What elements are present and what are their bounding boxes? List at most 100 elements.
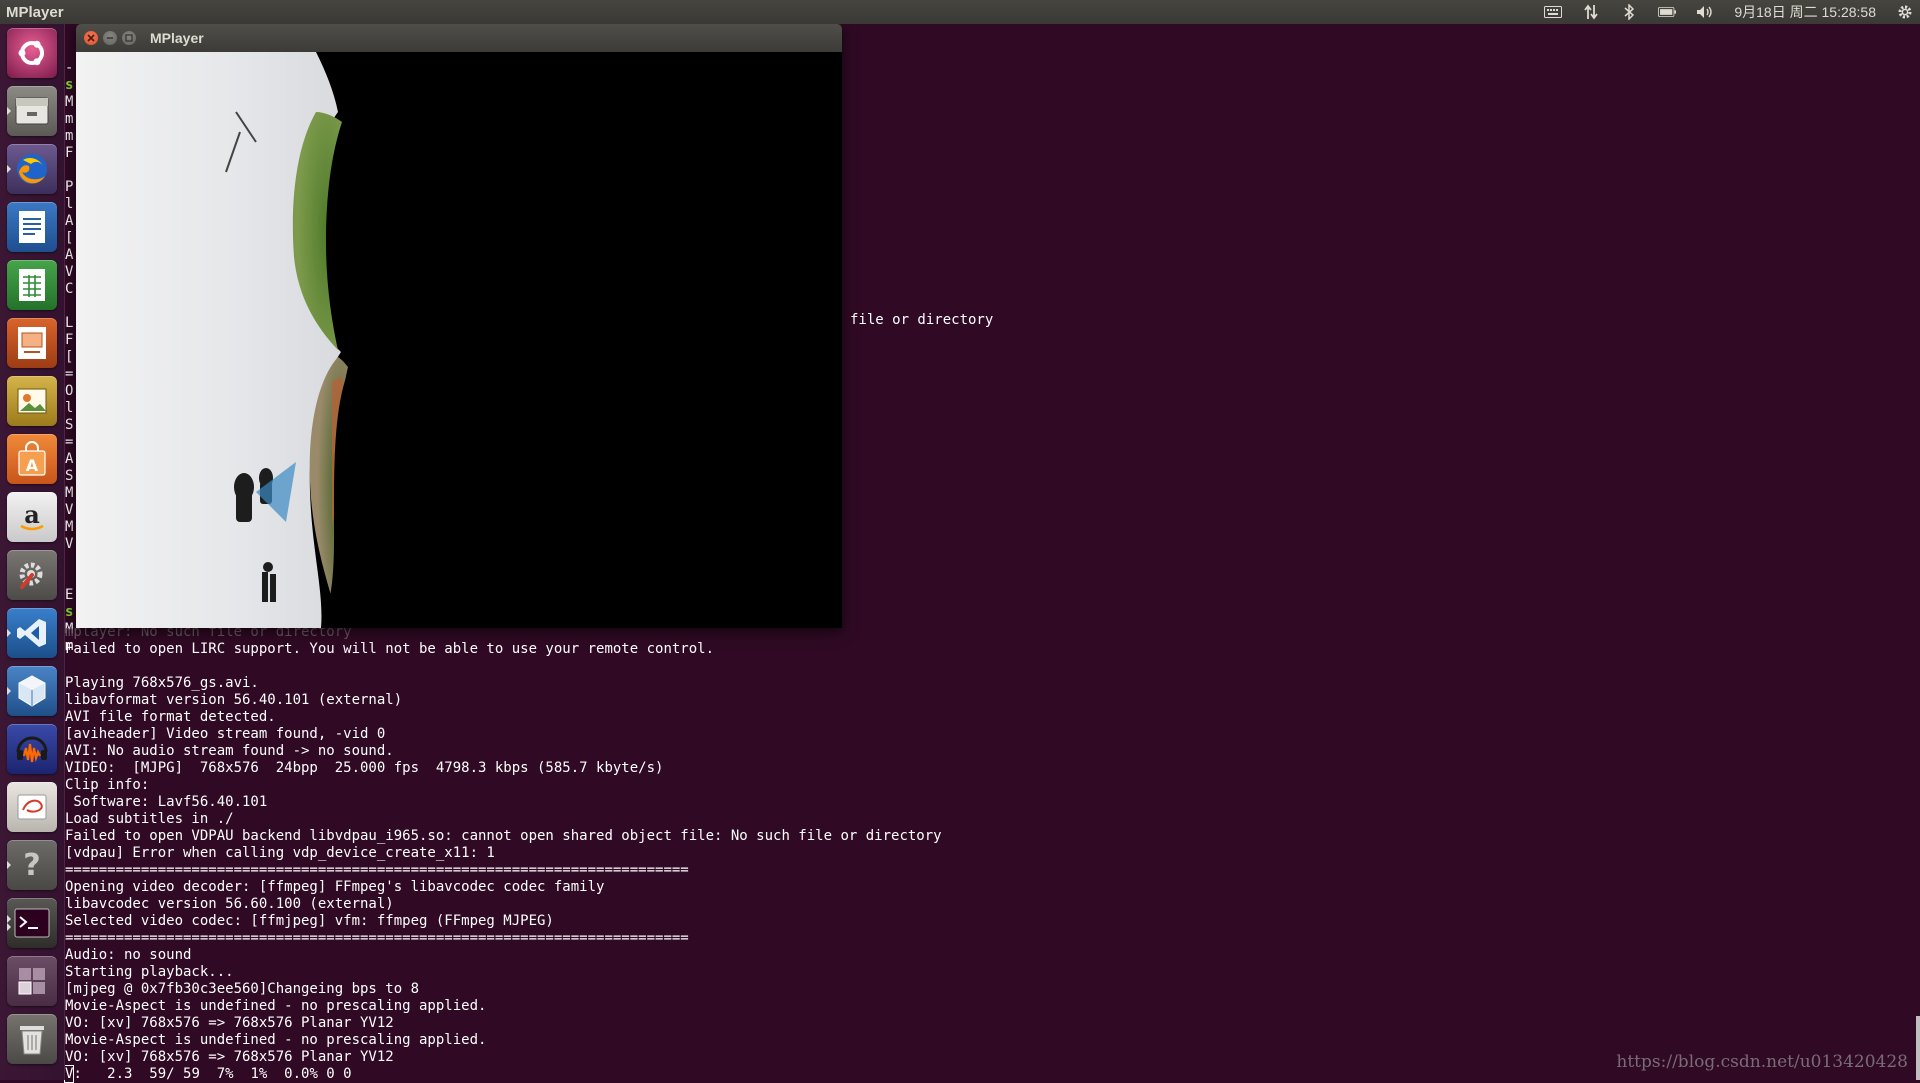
- terminal-left-char: s: [65, 77, 73, 94]
- document-icon: [17, 209, 47, 245]
- launcher-vscode[interactable]: [7, 608, 57, 658]
- active-app-title: MPlayer: [0, 4, 64, 21]
- terminal-left-char: V: [65, 264, 73, 281]
- terminal-left-char: F: [65, 332, 73, 349]
- terminal-line: Selected video codec: [ffmjpeg] vfm: ffm…: [65, 913, 942, 930]
- close-button[interactable]: [84, 31, 98, 45]
- terminal-line: Movie-Aspect is undefined - no prescalin…: [65, 998, 942, 1015]
- virtualbox-cube-icon: [15, 673, 49, 709]
- mplayer-titlebar[interactable]: MPlayer: [76, 24, 842, 52]
- terminal-scrollbar[interactable]: [1916, 1016, 1920, 1080]
- terminal-icon: [14, 908, 50, 938]
- launcher-software-center[interactable]: A: [7, 434, 57, 484]
- terminal-left-char: m: [65, 128, 73, 145]
- terminal-line: Software: Lavf56.40.101: [65, 794, 942, 811]
- vscode-icon: [15, 616, 49, 650]
- terminal-line: Audio: no sound: [65, 947, 942, 964]
- terminal-left-char: [65, 553, 73, 570]
- minimize-button[interactable]: [103, 31, 117, 45]
- unity-launcher: A a ?: [0, 24, 65, 1080]
- terminal-line: libavcodec version 56.60.100 (external): [65, 896, 942, 913]
- bluetooth-icon[interactable]: [1620, 4, 1638, 20]
- terminal-left-char: l: [65, 196, 73, 213]
- terminal-left-char: P: [65, 179, 73, 196]
- ubuntu-logo-icon: [15, 36, 49, 70]
- terminal-left-char: [65, 570, 73, 587]
- launcher-terminal[interactable]: [7, 898, 57, 948]
- launcher-impress[interactable]: [7, 318, 57, 368]
- keyboard-icon[interactable]: [1544, 4, 1562, 20]
- gear-icon[interactable]: [1896, 4, 1914, 20]
- terminal-line: Clip info:: [65, 777, 942, 794]
- terminal-left-column: -sMmmFPlA[AVCLF[=OlS=ASMVMVEsMm: [65, 60, 73, 655]
- spreadsheet-icon: [17, 267, 47, 303]
- launcher-workspaces[interactable]: [7, 956, 57, 1006]
- terminal-left-char: A: [65, 451, 73, 468]
- network-icon[interactable]: [1582, 4, 1600, 20]
- volume-icon[interactable]: [1696, 4, 1714, 20]
- launcher-amazon[interactable]: a: [7, 492, 57, 542]
- terminal-line: Failed to open LIRC support. You will no…: [65, 641, 942, 658]
- terminal-line: Movie-Aspect is undefined - no prescalin…: [65, 1032, 942, 1049]
- amazon-icon: a: [15, 500, 49, 534]
- top-panel: MPlayer 9月18日 周二 15:28:58: [0, 0, 1920, 24]
- terminal-line: ========================================…: [65, 862, 942, 879]
- mplayer-window[interactable]: MPlayer: [76, 24, 842, 628]
- terminal-line: libavformat version 56.40.101 (external): [65, 692, 942, 709]
- terminal-line: AVI: No audio stream found -> no sound.: [65, 743, 942, 760]
- terminal-left-char: [65, 162, 73, 179]
- terminal-line: ========================================…: [65, 930, 942, 947]
- terminal-line: Failed to open VDPAU backend libvdpau_i9…: [65, 828, 942, 845]
- running-indicator: [7, 629, 11, 637]
- terminal-left-char: A: [65, 213, 73, 230]
- terminal-left-char: A: [65, 247, 73, 264]
- running-indicator: [7, 923, 11, 931]
- launcher-writer[interactable]: [7, 202, 57, 252]
- launcher-editor[interactable]: [7, 782, 57, 832]
- launcher-firefox[interactable]: [7, 144, 57, 194]
- running-indicator: [7, 107, 11, 115]
- terminal-left-char: V: [65, 536, 73, 553]
- terminal-line: [65, 658, 942, 675]
- watermark-url: https://blog.csdn.net/u013420428: [1616, 1052, 1908, 1072]
- running-indicator: [7, 165, 11, 173]
- launcher-trash[interactable]: [7, 1014, 57, 1064]
- launcher-dash-home[interactable]: [7, 28, 57, 78]
- launcher-virtualbox[interactable]: [7, 666, 57, 716]
- launcher-files[interactable]: [7, 86, 57, 136]
- trash-icon: [17, 1021, 47, 1057]
- help-icon: ?: [23, 848, 40, 883]
- terminal-line: AVI file format detected.: [65, 709, 942, 726]
- settings-wrench-icon: [14, 557, 50, 593]
- battery-icon[interactable]: [1658, 4, 1676, 20]
- terminal-line: [vdpau] Error when calling vdp_device_cr…: [65, 845, 942, 862]
- terminal-line: [aviheader] Video stream found, -vid 0: [65, 726, 942, 743]
- svg-text:A: A: [26, 456, 39, 475]
- launcher-system-settings[interactable]: [7, 550, 57, 600]
- terminal-left-char: [: [65, 230, 73, 247]
- terminal-line: Playing 768x576_gs.avi.: [65, 675, 942, 692]
- terminal-line: [mjpeg @ 0x7fb30c3ee560]Changeing bps to…: [65, 981, 942, 998]
- distorted-fisheye-video-image: [76, 52, 842, 628]
- launcher-help[interactable]: ?: [7, 840, 57, 890]
- svg-text:a: a: [24, 500, 40, 529]
- terminal-left-char: S: [65, 417, 73, 434]
- clock[interactable]: 9月18日 周二 15:28:58: [1734, 2, 1876, 22]
- launcher-image-viewer[interactable]: [7, 376, 57, 426]
- terminal-output: mplayer: No such file or directoryFailed…: [65, 624, 942, 1083]
- launcher-audacity[interactable]: [7, 724, 57, 774]
- terminal-left-char: M: [65, 519, 73, 536]
- maximize-button[interactable]: [122, 31, 136, 45]
- terminal-line: Load subtitles in ./: [65, 811, 942, 828]
- running-indicator: [7, 687, 11, 695]
- launcher-calc[interactable]: [7, 260, 57, 310]
- terminal-left-char: [65, 298, 73, 315]
- terminal-left-char: V: [65, 502, 73, 519]
- video-frame[interactable]: [76, 52, 842, 628]
- file-cabinet-icon: [14, 96, 50, 126]
- terminal-left-char: F: [65, 145, 73, 162]
- minimize-icon: [106, 34, 114, 42]
- terminal-left-char: m: [65, 111, 73, 128]
- terminal-line-fragment: file or directory: [850, 312, 993, 329]
- presentation-icon: [16, 325, 48, 361]
